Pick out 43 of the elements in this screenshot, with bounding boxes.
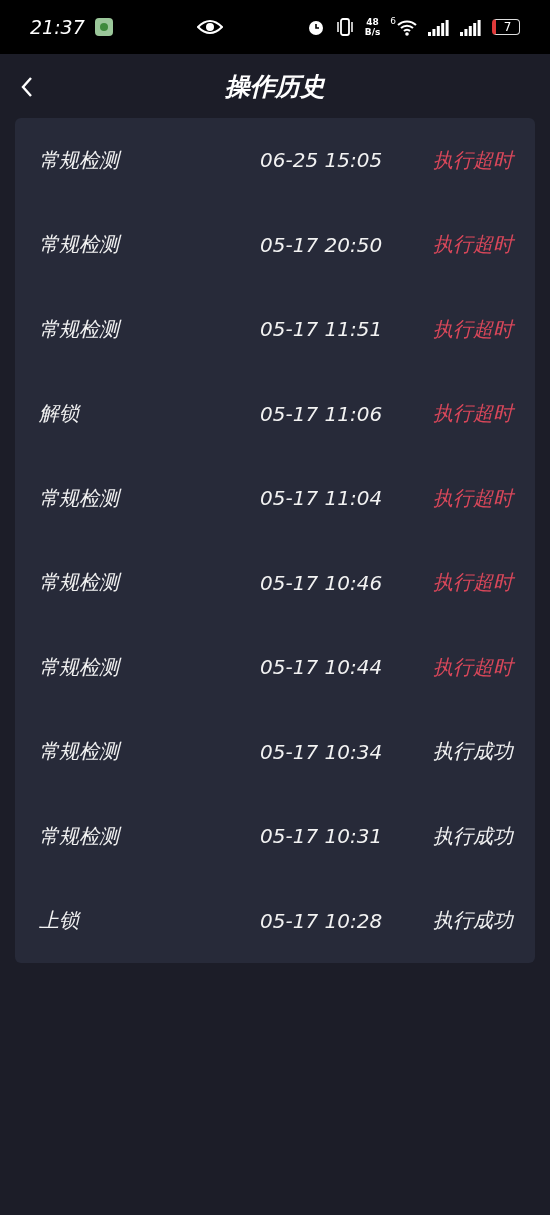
action-time: 05-17 10:44 (260, 655, 384, 680)
action-result: 执行超时 (433, 315, 513, 343)
action-time: 05-17 11:51 (260, 317, 384, 342)
action-name: 常规检测 (39, 653, 260, 681)
alarm-icon (306, 18, 325, 36)
wifi-icon (396, 18, 418, 36)
action-result: 执行超时 (433, 569, 513, 597)
action-name: 解锁 (39, 400, 82, 428)
action-name: 常规检测 (39, 484, 260, 512)
signal-icon (428, 18, 450, 36)
action-name: 常规检测 (39, 315, 260, 343)
action-result: 执行超时 (433, 484, 513, 512)
back-button[interactable] (20, 76, 34, 98)
action-name: 常规检测 (39, 231, 260, 259)
action-time: 05-17 10:28 (260, 908, 384, 933)
action-time: 05-17 20:50 (260, 232, 384, 257)
signal-icon (460, 18, 482, 36)
action-time: 05-17 10:31 (260, 824, 384, 849)
page-title: 操作历史 (225, 70, 325, 103)
action-result: 执行超时 (433, 653, 513, 681)
action-result: 执行超时 (433, 400, 513, 428)
action-name: 常规检测 (39, 822, 260, 850)
clock-time: 21:37 (30, 16, 85, 38)
network-speed: 48 B/s (364, 17, 381, 37)
action-time: 05-17 11:06 (260, 401, 384, 426)
action-name: 常规检测 (39, 569, 260, 597)
action-time: 05-17 11:04 (260, 486, 384, 511)
eye-icon (196, 19, 223, 35)
action-name: 常规检测 (39, 146, 260, 174)
action-time: 06-25 15:05 (260, 148, 384, 173)
action-result: 执行超时 (433, 231, 513, 259)
action-result: 执行成功 (433, 822, 513, 850)
action-time: 05-17 10:46 (260, 570, 384, 595)
vibrate-icon (334, 18, 355, 36)
action-name: 上锁 (39, 907, 82, 935)
action-result: 执行超时 (433, 146, 513, 174)
battery-icon: 7 (492, 19, 520, 35)
action-time: 05-17 10:34 (260, 739, 384, 764)
action-result: 执行成功 (433, 907, 513, 935)
action-result: 执行成功 (433, 738, 513, 766)
wifi-generation-label: 6 (390, 16, 396, 26)
app-icon (94, 18, 113, 36)
action-name: 常规检测 (39, 738, 260, 766)
